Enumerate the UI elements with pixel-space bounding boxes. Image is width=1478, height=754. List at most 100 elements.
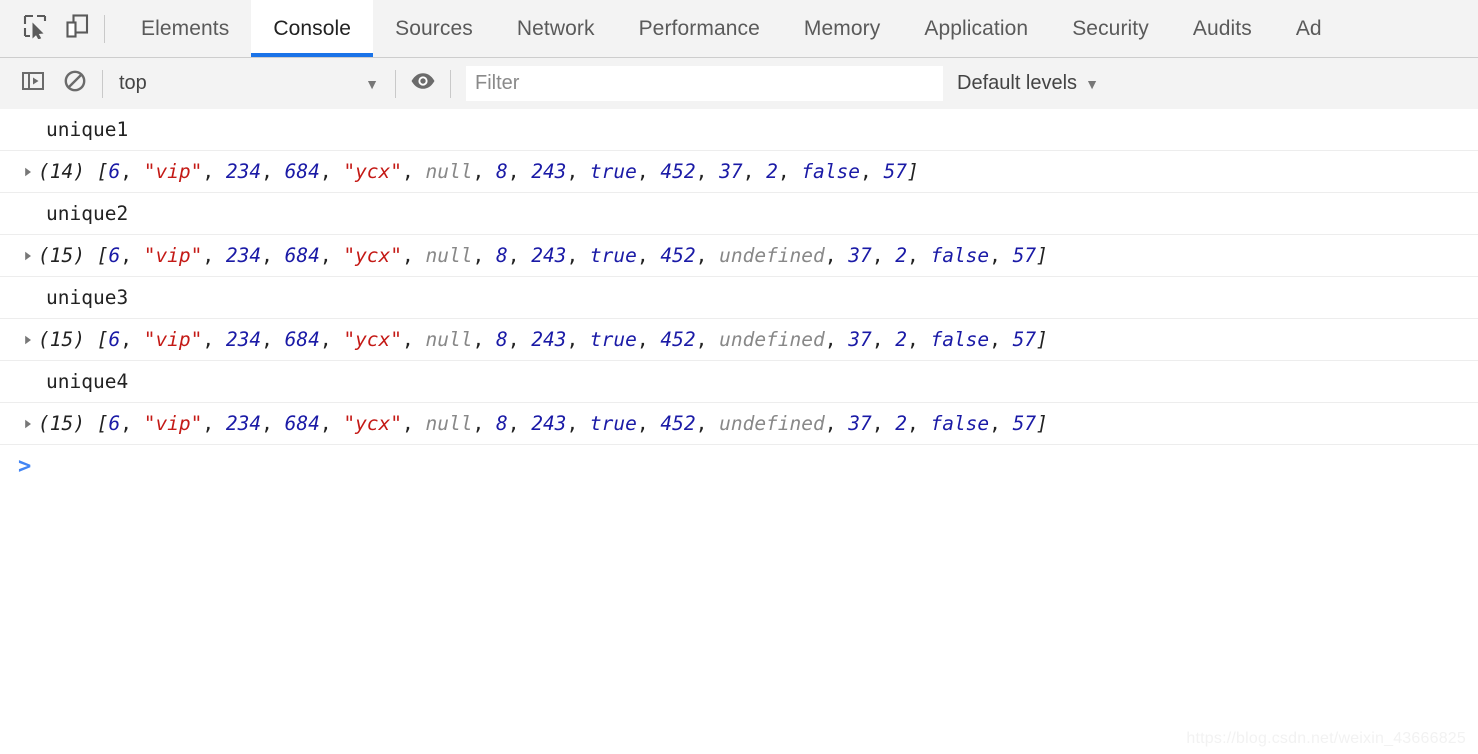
array-token-num: 57 bbox=[1012, 412, 1037, 435]
array-token-num: 37 bbox=[848, 328, 872, 351]
array-token-punct: , bbox=[120, 412, 144, 435]
collapsed-triangle-icon[interactable] bbox=[18, 250, 38, 262]
array-token-punct: , bbox=[871, 412, 896, 435]
array-token-num: 8 bbox=[495, 328, 508, 351]
log-label: unique3 bbox=[46, 286, 129, 309]
array-token-num: 8 bbox=[495, 244, 508, 267]
tab-adblock[interactable]: Ad bbox=[1274, 0, 1344, 57]
tab-performance[interactable]: Performance bbox=[617, 0, 782, 57]
array-token-nul: null bbox=[425, 244, 473, 267]
array-token-punct: , bbox=[871, 244, 896, 267]
array-token-str: "ycx" bbox=[343, 160, 403, 183]
array-length-badge: (15) bbox=[38, 328, 85, 351]
array-token-punct: , bbox=[202, 412, 226, 435]
tab-label: Ad bbox=[1295, 16, 1322, 40]
array-token-punct: , bbox=[202, 328, 226, 351]
array-token-punct: , bbox=[824, 328, 849, 351]
array-token-punct: , bbox=[989, 244, 1013, 267]
array-token-punct: , bbox=[402, 244, 426, 267]
tab-security[interactable]: Security bbox=[1050, 0, 1171, 57]
array-token-num: 684 bbox=[284, 244, 320, 267]
array-token-punct: , bbox=[695, 160, 720, 183]
console-array-row[interactable]: (14) [6, "vip", 234, 684, "ycx", null, 8… bbox=[0, 151, 1478, 193]
inspect-cursor-icon bbox=[22, 13, 48, 44]
array-token-bracket: [ bbox=[96, 412, 109, 435]
array-token-bool: true bbox=[589, 160, 637, 183]
log-level-selector[interactable]: Default levels ▼ bbox=[957, 72, 1099, 95]
array-token-bool: true bbox=[589, 244, 637, 267]
array-preview: [6, "vip", 234, 684, "ycx", null, 8, 243… bbox=[97, 328, 1048, 351]
collapsed-triangle-icon[interactable] bbox=[18, 418, 38, 430]
tab-label: Security bbox=[1072, 16, 1149, 40]
live-expression-eye-icon bbox=[410, 68, 436, 99]
array-token-num: 452 bbox=[660, 412, 696, 435]
array-token-punct: , bbox=[695, 412, 720, 435]
inspect-element-button[interactable] bbox=[14, 8, 56, 50]
console-array-row[interactable]: (15) [6, "vip", 234, 684, "ycx", null, 8… bbox=[0, 319, 1478, 361]
array-token-punct: , bbox=[777, 160, 802, 183]
device-toolbar-icon bbox=[64, 13, 90, 44]
array-token-nul: null bbox=[425, 328, 473, 351]
array-token-punct: , bbox=[566, 160, 590, 183]
tab-audits[interactable]: Audits bbox=[1171, 0, 1274, 57]
array-token-num: 8 bbox=[495, 160, 508, 183]
array-token-num: 37 bbox=[848, 412, 872, 435]
array-token-punct: , bbox=[989, 412, 1013, 435]
log-label: unique4 bbox=[46, 370, 129, 393]
array-length-badge: (15) bbox=[38, 412, 85, 435]
array-token-punct: , bbox=[906, 328, 931, 351]
chevron-down-icon: ▼ bbox=[1085, 75, 1099, 92]
console-filter-input[interactable] bbox=[466, 66, 943, 101]
array-token-num: 57 bbox=[883, 160, 907, 183]
console-sidebar-icon bbox=[21, 69, 45, 98]
collapsed-triangle-icon[interactable] bbox=[18, 166, 38, 178]
array-token-num: 243 bbox=[531, 160, 567, 183]
array-token-punct: , bbox=[636, 160, 661, 183]
array-length-badge: (15) bbox=[38, 244, 85, 267]
array-token-punct: , bbox=[261, 328, 285, 351]
console-array-row[interactable]: (15) [6, "vip", 234, 684, "ycx", null, 8… bbox=[0, 235, 1478, 277]
array-token-punct: , bbox=[695, 328, 720, 351]
console-prompt[interactable]: > bbox=[0, 445, 1478, 489]
array-token-punct: , bbox=[871, 328, 896, 351]
javascript-context-selector[interactable]: top ▼ bbox=[109, 67, 389, 101]
console-log-message: unique3 bbox=[0, 277, 1478, 319]
array-token-num: 452 bbox=[660, 244, 696, 267]
array-token-bool: false bbox=[930, 412, 990, 435]
array-token-punct: , bbox=[402, 412, 426, 435]
tab-console[interactable]: Console bbox=[251, 0, 374, 57]
array-token-punct: , bbox=[472, 412, 496, 435]
array-token-num: 37 bbox=[848, 244, 872, 267]
array-token-punct: , bbox=[636, 412, 661, 435]
console-message-list[interactable]: unique1 (14) [6, "vip", 234, 684, "ycx", … bbox=[0, 109, 1478, 754]
context-selector-value: top bbox=[119, 72, 147, 94]
toggle-device-toolbar-button[interactable] bbox=[56, 8, 98, 50]
console-array-row[interactable]: (15) [6, "vip", 234, 684, "ycx", null, 8… bbox=[0, 403, 1478, 445]
tab-memory[interactable]: Memory bbox=[782, 0, 902, 57]
tab-sources[interactable]: Sources bbox=[373, 0, 495, 57]
array-token-bracket: [ bbox=[96, 328, 109, 351]
array-token-num: 2 bbox=[895, 244, 907, 267]
tab-application[interactable]: Application bbox=[902, 0, 1050, 57]
clear-console-button[interactable] bbox=[54, 63, 96, 105]
array-token-num: 6 bbox=[108, 412, 121, 435]
array-token-punct: , bbox=[636, 328, 661, 351]
tab-network[interactable]: Network bbox=[495, 0, 617, 57]
devtools-tab-bar: Elements Console Sources Network Perform… bbox=[0, 0, 1478, 58]
array-token-num: 6 bbox=[108, 328, 121, 351]
toggle-console-sidebar-button[interactable] bbox=[12, 63, 54, 105]
array-token-nul: undefined bbox=[719, 412, 825, 435]
array-token-num: 234 bbox=[225, 328, 262, 351]
tab-elements[interactable]: Elements bbox=[119, 0, 251, 57]
array-token-num: 452 bbox=[660, 160, 696, 183]
array-token-bracket: [ bbox=[96, 244, 109, 267]
array-token-bool: false bbox=[930, 244, 990, 267]
toolbar-divider bbox=[395, 69, 396, 98]
collapsed-triangle-icon[interactable] bbox=[18, 334, 38, 346]
array-token-punct: , bbox=[261, 412, 285, 435]
create-live-expression-button[interactable] bbox=[402, 63, 444, 105]
array-token-punct: , bbox=[319, 160, 344, 183]
array-token-punct: , bbox=[906, 244, 931, 267]
tab-label: Audits bbox=[1192, 16, 1252, 40]
